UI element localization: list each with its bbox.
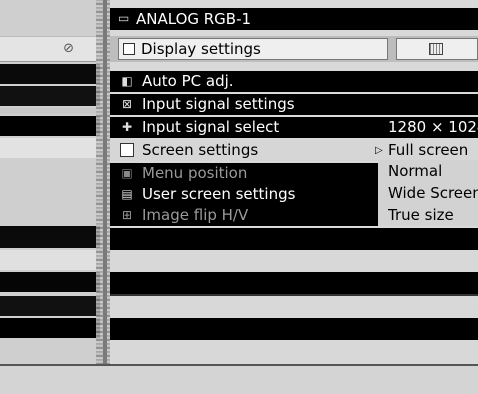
menu-item-label: Image flip H/V (142, 206, 249, 224)
empty-row (110, 228, 478, 250)
signal-settings-icon: ⊠ (121, 97, 133, 111)
user-screen-icon: ▤ (121, 187, 133, 201)
image-flip-icon: ⊞ (121, 208, 133, 222)
menu-item-label: Menu position (142, 164, 248, 182)
divider (110, 294, 478, 296)
menu-item-input-signal-settings[interactable]: ⊠ Input signal settings (110, 94, 478, 115)
input-signal-value: 1280 × 1024 (388, 118, 478, 136)
background-row (0, 86, 100, 106)
menu-item-label: User screen settings (142, 185, 296, 203)
transition-seam (103, 0, 107, 394)
option-true-size[interactable]: True size (388, 205, 478, 226)
menu-position-icon: ▣ (121, 166, 133, 180)
background-row (0, 138, 100, 158)
background-row (0, 272, 100, 292)
source-title-bar: ▭ ANALOG RGB-1 (110, 8, 478, 30)
checkbox-icon (123, 43, 135, 55)
background-row (0, 64, 100, 84)
option-full-screen[interactable]: Full screen (388, 140, 478, 161)
menu-item-label: Input signal select (142, 118, 280, 136)
tab-other-settings[interactable] (396, 38, 478, 60)
auto-adjust-icon: ◧ (121, 74, 133, 88)
empty-row (110, 250, 478, 272)
background-row (0, 116, 100, 136)
background-tab: ⊘ (0, 36, 100, 62)
tab-strip: Display settings (110, 36, 478, 62)
empty-row (110, 272, 478, 294)
monitor-icon: ▭ (118, 11, 130, 25)
empty-row (110, 318, 478, 340)
source-title: ANALOG RGB-1 (136, 10, 252, 28)
empty-row (110, 340, 478, 362)
tab-label: Display settings (141, 40, 261, 58)
option-normal[interactable]: Normal (388, 161, 478, 182)
background-row (0, 318, 100, 338)
empty-row (110, 298, 478, 316)
background-row (0, 250, 100, 270)
grid-icon (429, 43, 443, 55)
screen-icon (120, 143, 134, 157)
menu-item-label: Input signal settings (142, 95, 295, 113)
option-wide-screen[interactable]: Wide Screen (388, 183, 478, 204)
background-row (0, 296, 100, 316)
background-row (0, 226, 100, 248)
menu-item-label: Screen settings (142, 141, 259, 159)
bottom-bar (0, 364, 478, 394)
link-icon: ⊘ (63, 41, 74, 56)
tab-display-settings[interactable]: Display settings (118, 38, 388, 60)
menu-item-label: Auto PC adj. (142, 72, 234, 90)
submenu-arrow-icon: ▷ (375, 145, 383, 156)
background-row (0, 108, 100, 114)
signal-select-icon: ✚ (121, 120, 133, 134)
menu-item-auto-pc-adj[interactable]: ◧ Auto PC adj. (110, 71, 478, 92)
